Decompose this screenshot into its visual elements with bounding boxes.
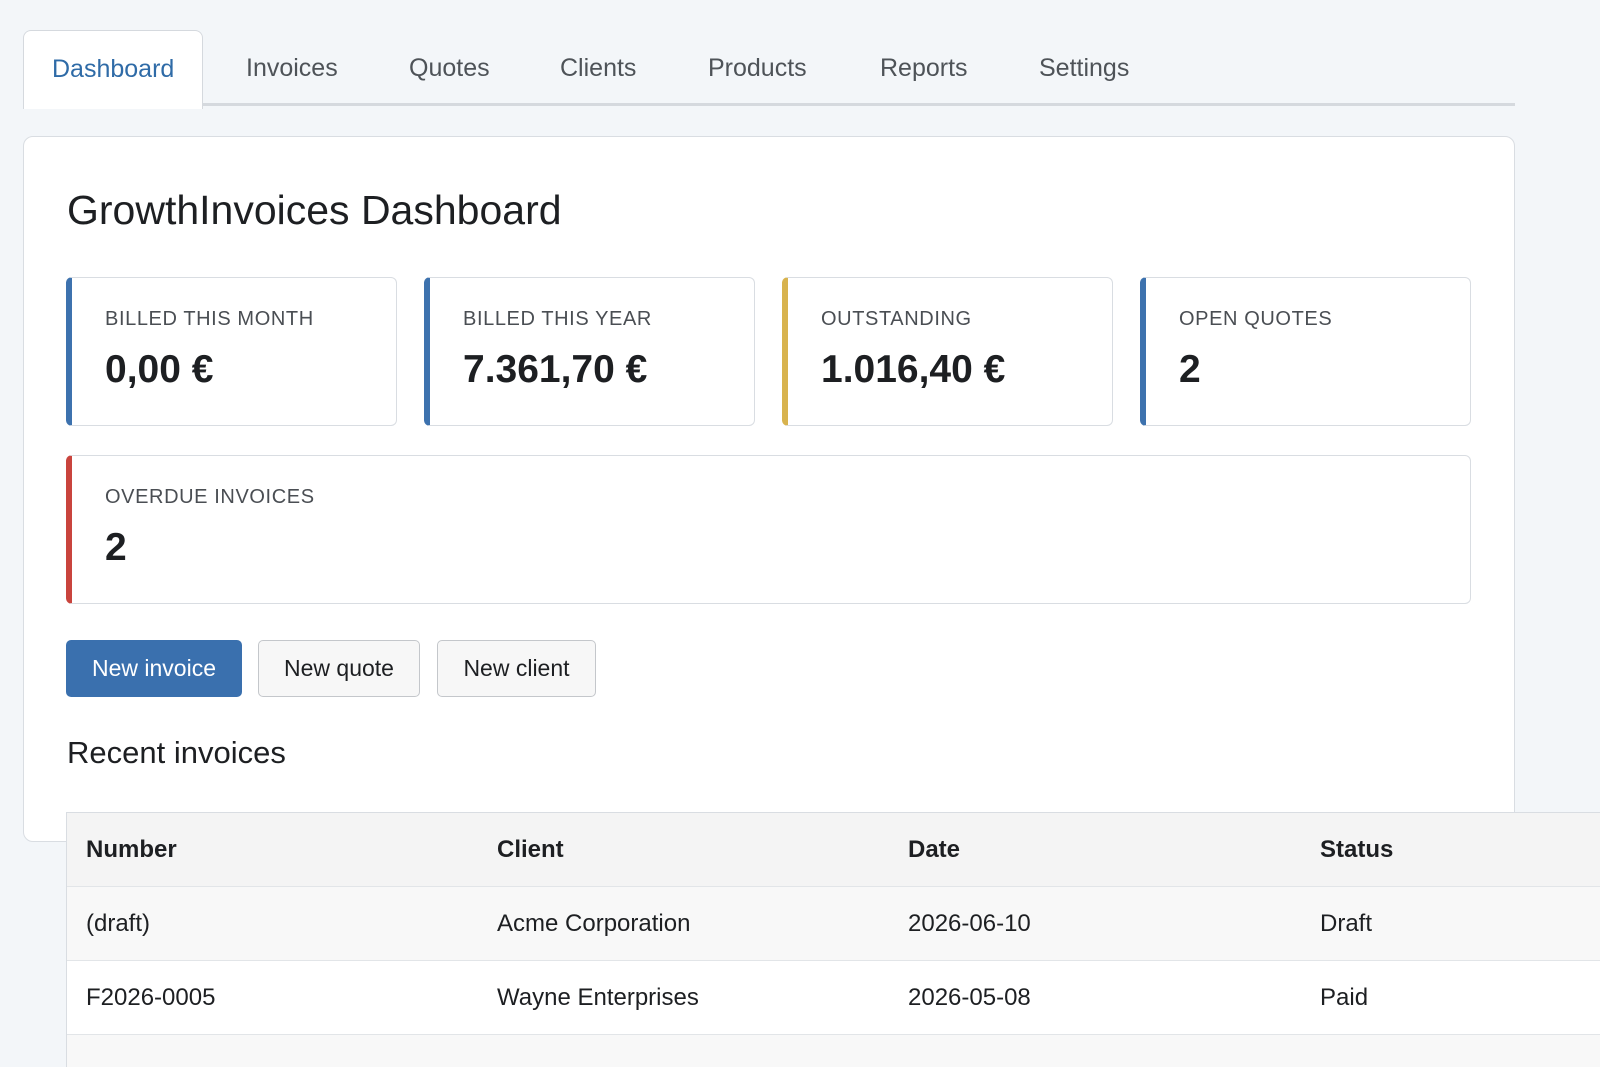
invoice-number-cell: (draft) [86,910,151,937]
stat-label: OPEN QUOTES [1179,308,1333,330]
stat-label: BILLED THIS MONTH [105,308,314,330]
stat-card-billed-this-month: BILLED THIS MONTH 0,00 € [66,277,397,426]
tab-reports[interactable]: Reports [880,30,968,106]
client-cell: Acme Corporation [497,910,691,937]
table-header-row: Number Client Date Status [67,813,1600,887]
stat-card-open-quotes: OPEN QUOTES 2 [1140,277,1471,426]
client-cell: Wayne Enterprises [497,984,699,1011]
new-invoice-button[interactable]: New invoice [66,640,242,697]
status-cell: Draft [1320,910,1373,937]
date-cell: 2026-06-10 [908,910,1031,937]
tab-invoices[interactable]: Invoices [246,30,338,106]
stat-label: OVERDUE INVOICES [105,486,315,508]
tab-products[interactable]: Products [708,30,807,106]
column-header-client[interactable]: Client [497,813,564,886]
column-header-number[interactable]: Number [86,813,177,886]
stat-label: OUTSTANDING [821,308,972,330]
new-client-button[interactable]: New client [437,640,596,697]
stat-value: 0,00 € [105,348,214,391]
tab-dashboard[interactable]: Dashboard [23,30,204,109]
date-cell: 2026-05-08 [908,984,1031,1011]
stat-card-billed-this-year: BILLED THIS YEAR 7.361,70 € [424,277,755,426]
stat-card-overdue-invoices: OVERDUE INVOICES 2 [66,455,1471,604]
column-header-date[interactable]: Date [908,813,960,886]
table-row[interactable]: F2026-0005 Wayne Enterprises 2026-05-08 … [67,961,1600,1035]
stat-value: 2 [105,526,127,569]
recent-invoices-title: Recent invoices [67,735,286,770]
new-quote-button[interactable]: New quote [258,640,420,697]
tab-clients[interactable]: Clients [560,30,636,106]
status-cell: Paid [1320,984,1369,1011]
dashboard-panel: GrowthInvoices Dashboard BILLED THIS MON… [23,136,1515,842]
column-header-status[interactable]: Status [1320,813,1393,886]
page-title: GrowthInvoices Dashboard [67,187,562,233]
table-row[interactable]: (draft) Acme Corporation 2026-06-10 Draf… [67,887,1600,961]
stat-value: 1.016,40 € [821,348,1006,391]
invoice-number-cell: F2026-0005 [86,984,216,1011]
nav-tabs: Dashboard Invoices Quotes Clients Produc… [23,30,1515,109]
stat-label: BILLED THIS YEAR [463,308,652,330]
stat-value: 2 [1179,348,1201,391]
recent-invoices-table: Number Client Date Status (draft) Acme C… [66,812,1600,1067]
stat-value: 7.361,70 € [463,348,648,391]
tab-settings[interactable]: Settings [1039,30,1129,106]
table-row-partial [67,1035,1600,1067]
tab-quotes[interactable]: Quotes [409,30,490,106]
stat-card-outstanding: OUTSTANDING 1.016,40 € [782,277,1113,426]
